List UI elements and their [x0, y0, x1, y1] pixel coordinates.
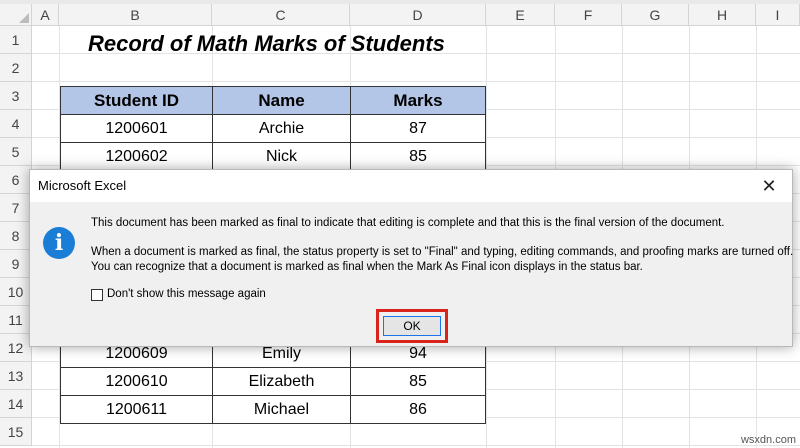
row-header-12[interactable]: 12 — [0, 334, 32, 362]
row-header-4[interactable]: 4 — [0, 110, 32, 138]
watermark-text: wsxdn.com — [740, 434, 796, 446]
select-all-corner[interactable] — [0, 4, 32, 26]
column-header-g[interactable]: G — [622, 4, 689, 26]
dont-show-checkbox[interactable] — [91, 289, 103, 301]
table-cell[interactable]: 85 — [350, 142, 486, 171]
table-cell[interactable]: 86 — [350, 395, 486, 424]
row-header-3[interactable]: 3 — [0, 82, 32, 110]
column-header-d[interactable]: D — [350, 4, 486, 26]
column-header-b[interactable]: B — [59, 4, 212, 26]
row-header-10[interactable]: 10 — [0, 278, 32, 306]
row-header-11[interactable]: 11 — [0, 306, 32, 334]
table-cell[interactable]: Michael — [212, 395, 351, 424]
row-header-2[interactable]: 2 — [0, 54, 32, 82]
row-header-9[interactable]: 9 — [0, 250, 32, 278]
row-header-8[interactable]: 8 — [0, 222, 32, 250]
column-header-i[interactable]: I — [756, 4, 800, 26]
row-header-7[interactable]: 7 — [0, 194, 32, 222]
dialog-message-line-3: You can recognize that a document is mar… — [91, 261, 643, 273]
row-header-15[interactable]: 15 — [0, 418, 32, 446]
column-header-h[interactable]: H — [689, 4, 756, 26]
message-dialog: Microsoft Excel ✕ i This document has be… — [29, 169, 793, 347]
column-header-a[interactable]: A — [32, 4, 59, 26]
dialog-title: Microsoft Excel — [38, 178, 127, 193]
row-header-6[interactable]: 6 — [0, 166, 32, 194]
column-header-e[interactable]: E — [486, 4, 555, 26]
table-cell[interactable]: 87 — [350, 114, 486, 143]
table-cell[interactable]: Archie — [212, 114, 351, 143]
column-header-f[interactable]: F — [555, 4, 622, 26]
table-cell[interactable]: 85 — [350, 367, 486, 396]
table-cell[interactable]: Elizabeth — [212, 367, 351, 396]
dialog-message-line-2: When a document is marked as final, the … — [91, 246, 794, 258]
table-header-student-id[interactable]: Student ID — [60, 86, 213, 115]
table-cell[interactable]: Nick — [212, 142, 351, 171]
row-header-14[interactable]: 14 — [0, 390, 32, 418]
ok-button[interactable]: OK — [383, 316, 441, 336]
column-header-c[interactable]: C — [212, 4, 350, 26]
table-cell[interactable]: 1200610 — [60, 367, 213, 396]
dialog-titlebar[interactable]: Microsoft Excel ✕ — [30, 170, 792, 202]
row-header-1[interactable]: 1 — [0, 26, 32, 54]
dialog-message-line-1: This document has been marked as final t… — [91, 217, 725, 229]
table-header-name[interactable]: Name — [212, 86, 351, 115]
row-header-13[interactable]: 13 — [0, 362, 32, 390]
info-icon: i — [43, 227, 75, 259]
close-icon[interactable]: ✕ — [752, 172, 786, 200]
sheet-title[interactable]: Record of Math Marks of Students — [88, 31, 445, 57]
table-header-marks[interactable]: Marks — [350, 86, 486, 115]
table-cell[interactable]: 1200611 — [60, 395, 213, 424]
table-cell[interactable]: 1200601 — [60, 114, 213, 143]
dont-show-checkbox-label[interactable]: Don't show this message again — [107, 288, 266, 300]
row-header-5[interactable]: 5 — [0, 138, 32, 166]
table-cell[interactable]: 1200602 — [60, 142, 213, 171]
